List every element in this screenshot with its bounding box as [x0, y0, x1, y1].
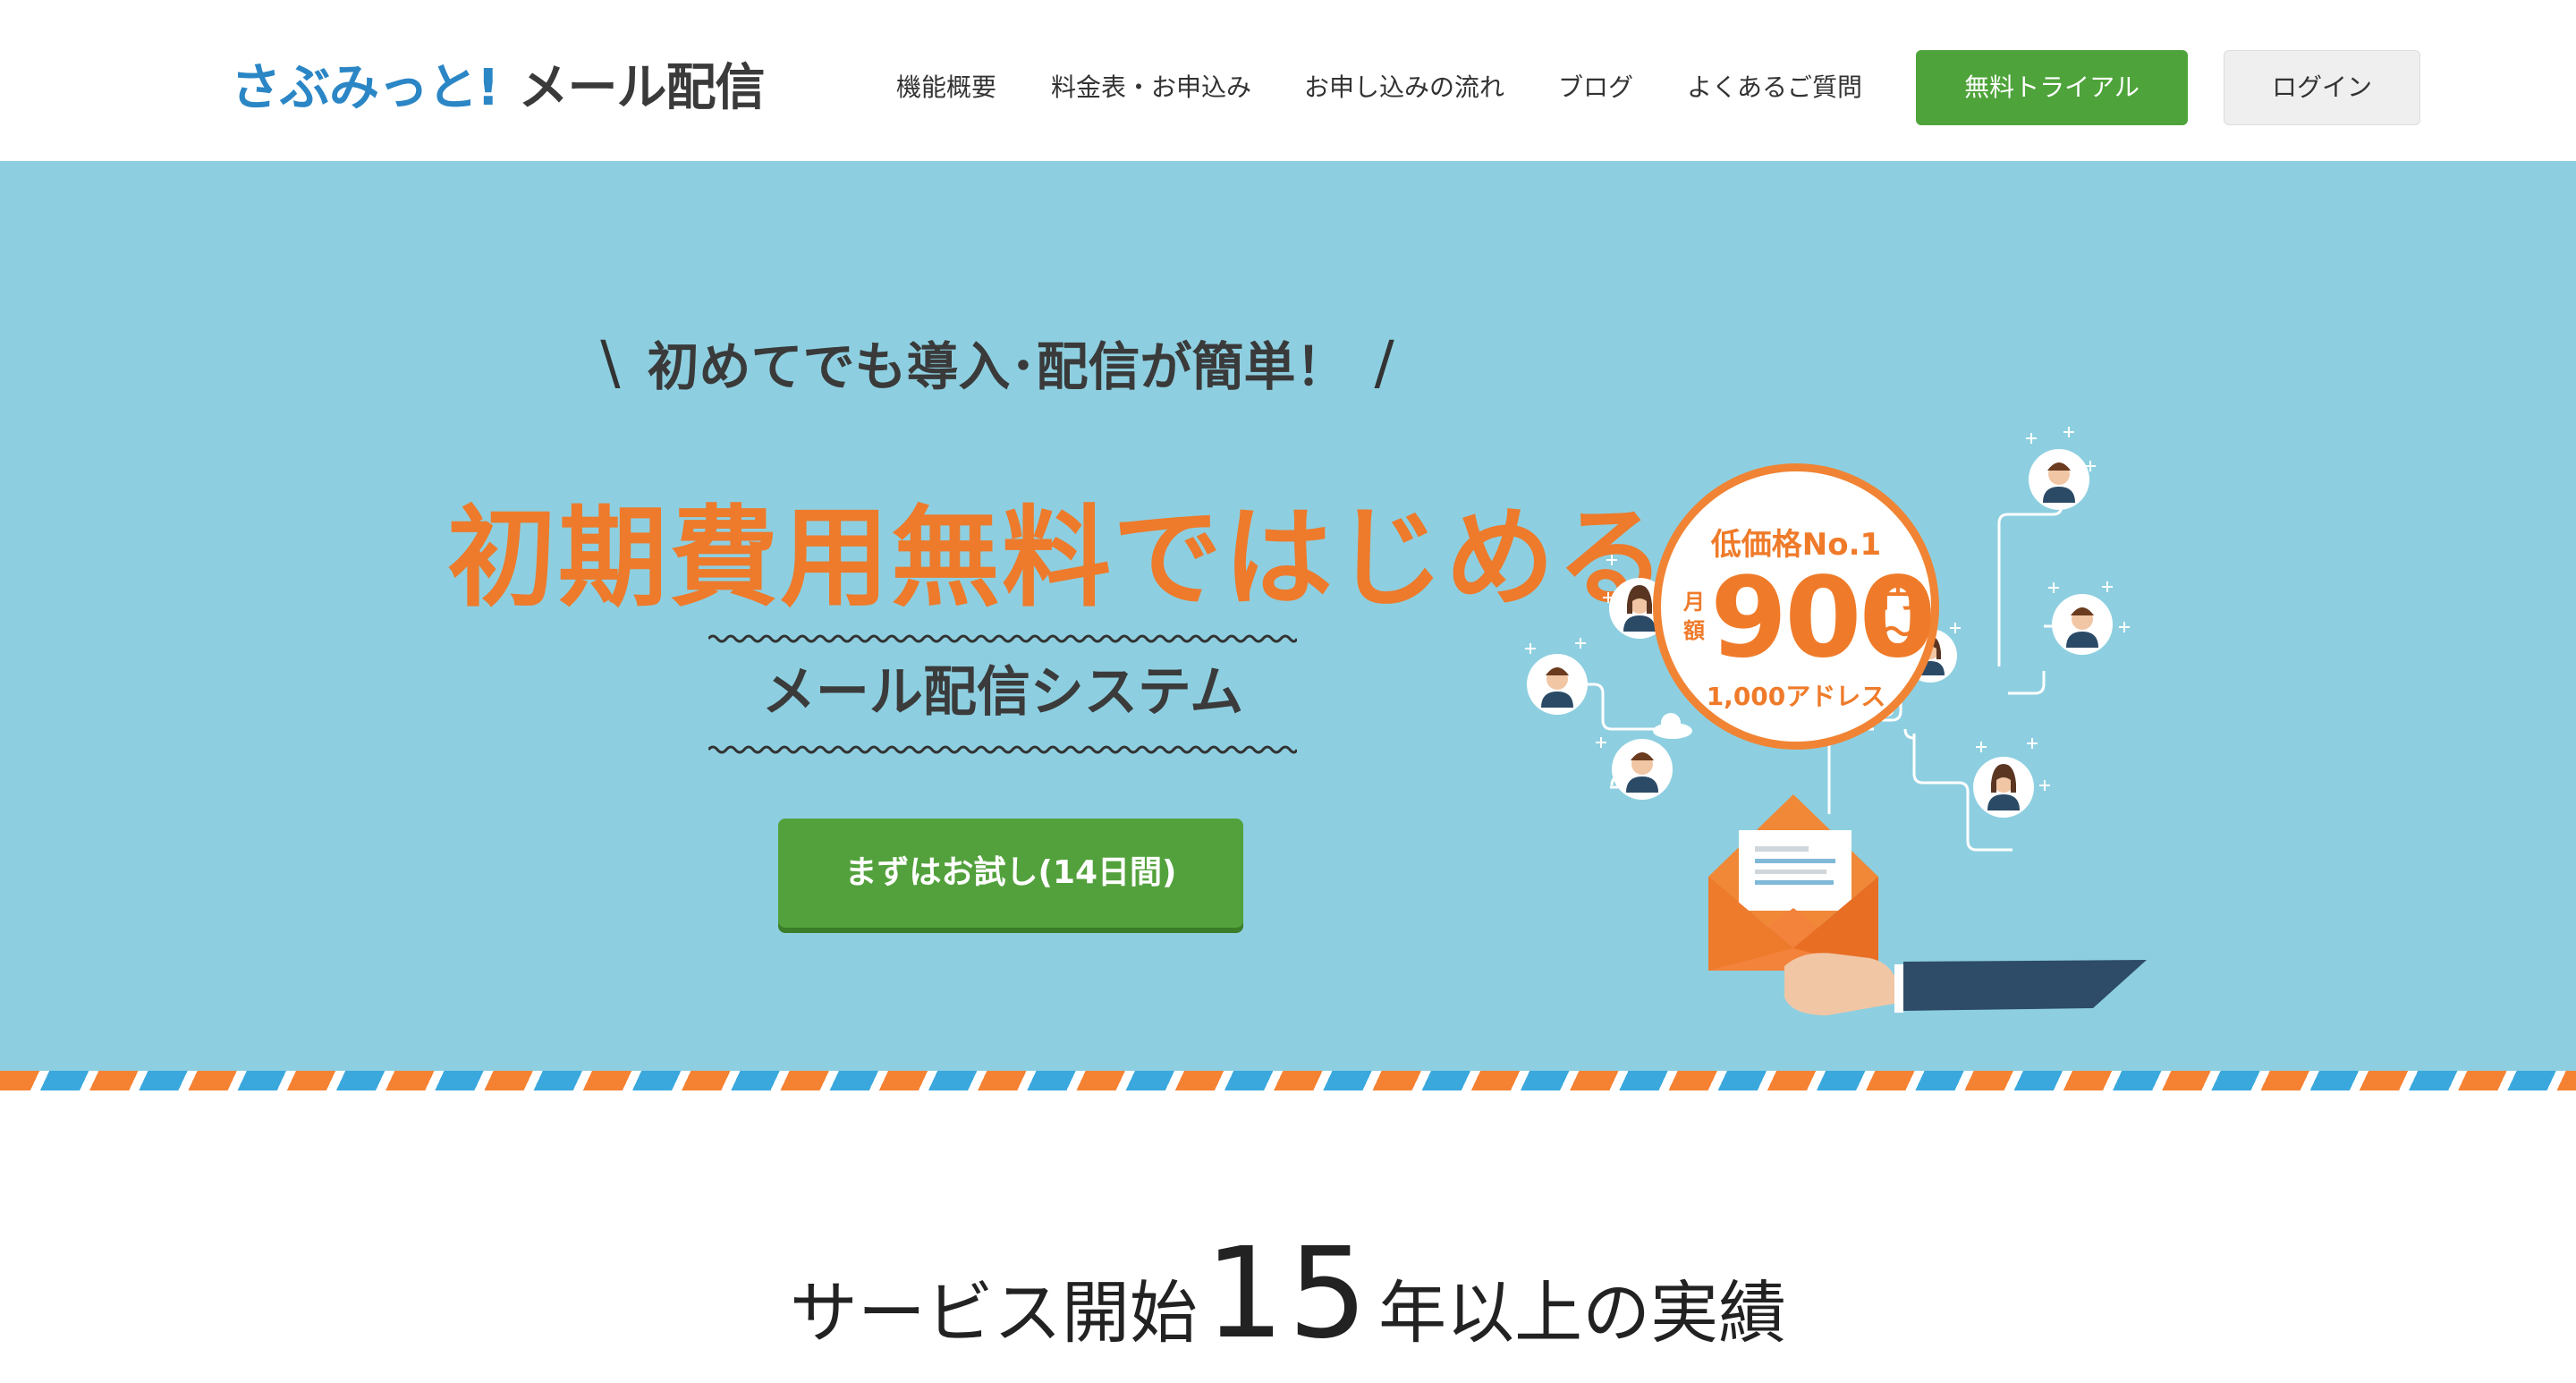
logo-service: メール配信 — [518, 58, 766, 117]
nav-blog[interactable]: ブログ — [1558, 50, 1633, 125]
nav-pricing[interactable]: 料金表・お申込み — [1051, 50, 1251, 125]
envelope-icon — [1708, 794, 1878, 971]
free-trial-button[interactable]: 無料トライアル — [1916, 50, 2188, 125]
badge-yen: 円 — [1881, 575, 1916, 615]
hand-icon — [1784, 953, 2147, 1015]
hero-banner: \ 初めてでも導入･配信が簡単！ / 初期費用無料ではじめる メール配信システム… — [0, 161, 2576, 1071]
section-title-post: 年以上の実績 — [1378, 1273, 1787, 1353]
nav-flow[interactable]: お申し込みの流れ — [1304, 50, 1504, 125]
mail-network-illustration — [1525, 427, 2147, 1015]
badge-addresses: 1,000アドレス — [1706, 682, 1886, 711]
nav-faq[interactable]: よくあるご質問 — [1687, 50, 1862, 125]
site-logo[interactable]: さぶみっと! メール配信 — [231, 52, 766, 117]
airmail-stripe — [0, 1071, 2576, 1090]
nav-features[interactable]: 機能概要 — [896, 50, 996, 125]
site-header: さぶみっと! メール配信 機能概要 料金表・お申込み お申し込みの流れ ブログ … — [0, 0, 2576, 161]
section-title-number: 15 — [1204, 1221, 1372, 1367]
section-title: サービス開始15 年以上の実績 — [0, 1221, 2576, 1367]
section-title-pre: サービス開始 — [789, 1273, 1198, 1353]
badge-monthly-label: 月額 — [1683, 590, 1705, 643]
badge-tilde: 〜 — [1881, 613, 1916, 652]
login-button[interactable]: ログイン — [2224, 50, 2420, 125]
logo-brand: さぶみっと! — [231, 58, 500, 117]
price-badge: 低価格No.1 月額 900 円 〜 1,000アドレス — [1653, 463, 1939, 750]
